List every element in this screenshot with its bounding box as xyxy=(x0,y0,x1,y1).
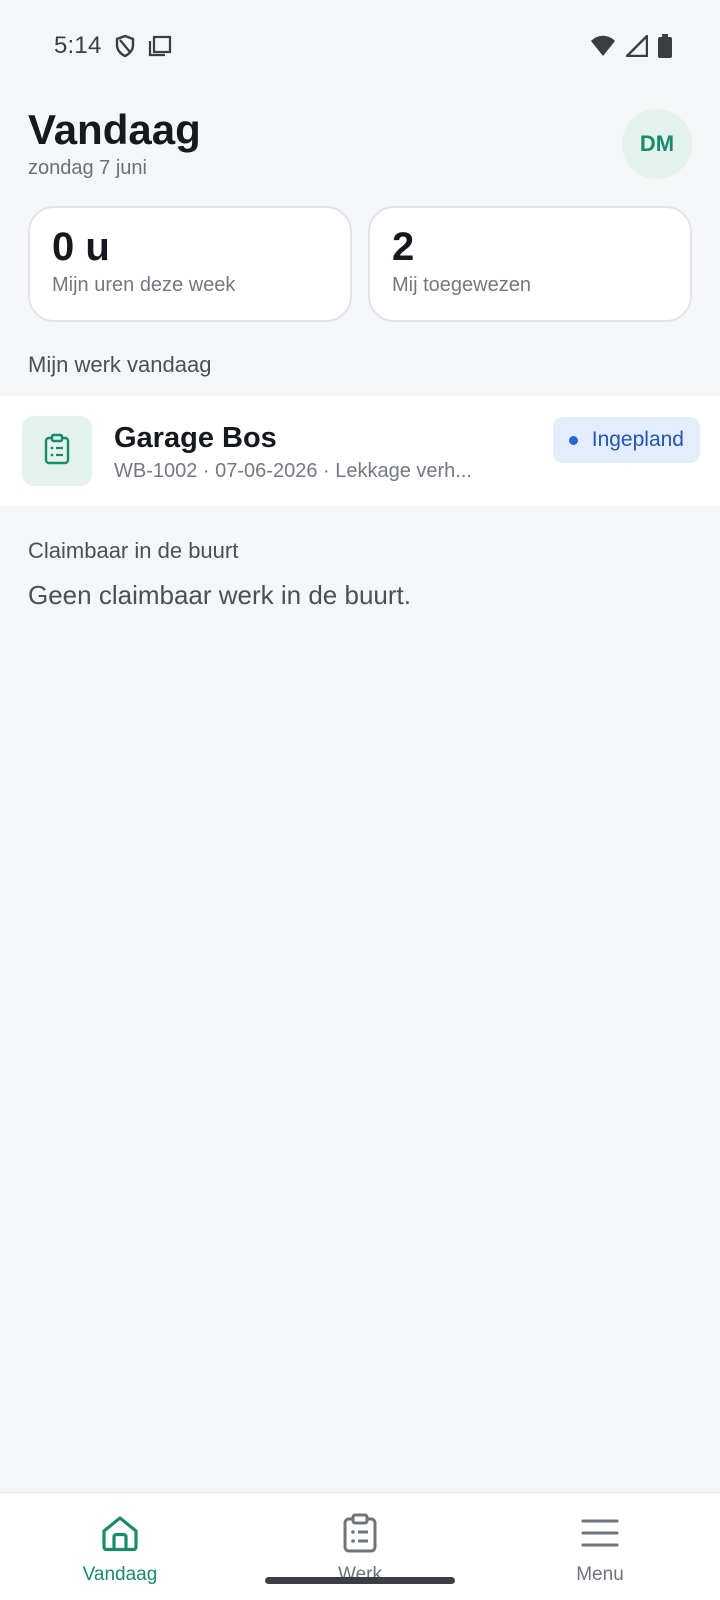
stat-label: Mij toegewezen xyxy=(392,274,531,296)
work-item-icon-box xyxy=(22,416,92,486)
empty-state-text: Geen claimbaar werk in de buurt. xyxy=(28,580,411,610)
menu-icon xyxy=(580,1513,620,1558)
list-item[interactable]: Garage Bos WB-1002 · 07-06-2026 · Lekkag… xyxy=(0,396,720,506)
shield-icon xyxy=(114,34,136,58)
avatar[interactable]: DM xyxy=(622,109,692,179)
status-time: 5:14 xyxy=(54,32,102,59)
screen-icon xyxy=(148,35,172,57)
gesture-bar[interactable] xyxy=(265,1577,455,1584)
home-icon xyxy=(100,1513,140,1558)
nav-label: Menu xyxy=(576,1564,624,1585)
status-badge-label: Ingepland xyxy=(591,428,684,451)
status-badge: Ingepland xyxy=(552,417,700,463)
wifi-icon xyxy=(590,35,616,57)
page-title: Vandaag xyxy=(28,106,201,153)
signal-icon xyxy=(626,35,648,57)
section-title-nearby: Claimbaar in de buurt xyxy=(28,538,239,563)
status-left: 5:14 xyxy=(54,32,172,60)
page-date: zondag 7 juni xyxy=(28,157,147,179)
battery-icon xyxy=(658,34,672,58)
clipboard-icon xyxy=(340,1513,380,1558)
nav-item-menu[interactable]: Menu xyxy=(520,1493,680,1586)
status-right xyxy=(590,34,672,58)
stat-label: Mijn uren deze week xyxy=(52,274,236,296)
stats-row: 0 u Mijn uren deze week 2 Mij toegewezen xyxy=(28,206,692,322)
clipboard-icon xyxy=(42,433,72,470)
header: Vandaag zondag 7 juni DM xyxy=(28,104,692,184)
stat-value: 2 xyxy=(392,225,415,269)
section-title-my-work: Mijn werk vandaag xyxy=(28,352,212,377)
stat-card-assigned[interactable]: 2 Mij toegewezen xyxy=(368,206,692,322)
bottom-nav: Vandaag Werk Menu xyxy=(0,1492,720,1600)
work-item-meta: WB-1002 · 07-06-2026 · Lekkage verh... xyxy=(114,459,472,482)
nav-label: Vandaag xyxy=(82,1564,158,1585)
status-bar: 5:14 xyxy=(0,0,720,92)
stat-value: 0 u xyxy=(52,225,110,269)
screen: 5:14 Vandaag zondag 7 juni DM 0 u Mijn u… xyxy=(0,0,720,1600)
nav-item-vandaag[interactable]: Vandaag xyxy=(40,1493,200,1586)
stat-card-hours[interactable]: 0 u Mijn uren deze week xyxy=(28,206,352,322)
nav-item-werk[interactable]: Werk xyxy=(280,1493,440,1586)
status-dot-icon xyxy=(568,435,578,445)
